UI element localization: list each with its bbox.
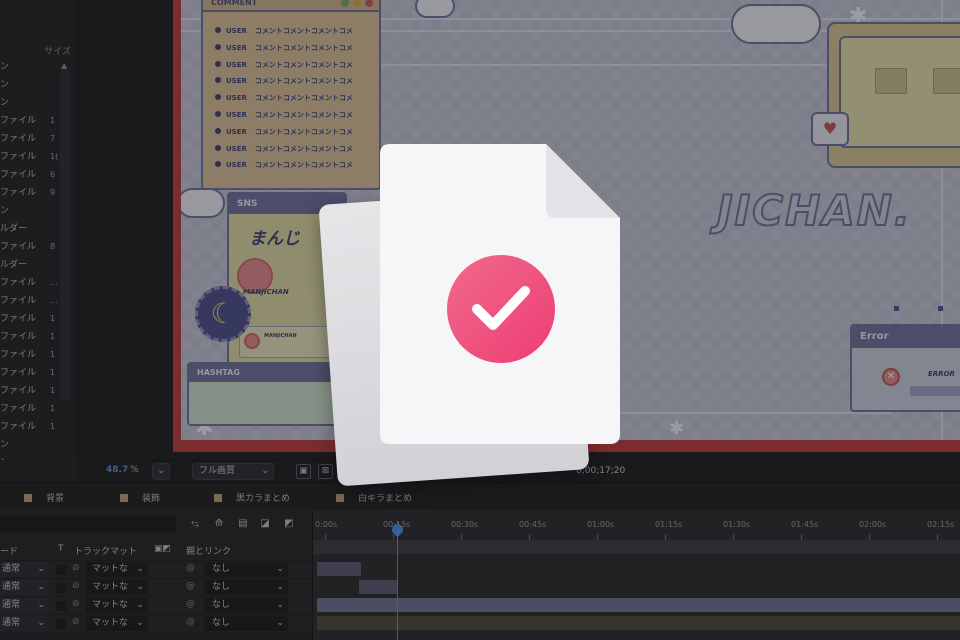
checkmark-circle-icon bbox=[447, 255, 555, 363]
checkmark-icon bbox=[472, 286, 530, 330]
file-check-icon bbox=[318, 140, 630, 500]
